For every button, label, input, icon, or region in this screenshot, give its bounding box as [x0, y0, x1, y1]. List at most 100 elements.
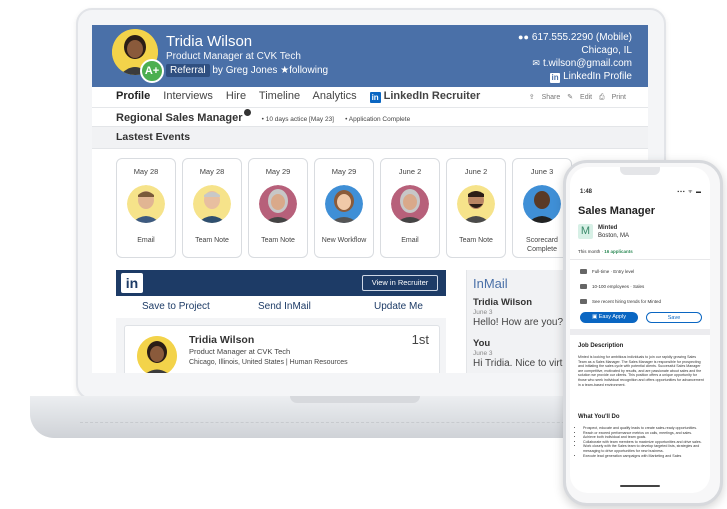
share-button[interactable]: ⇪ Share	[529, 94, 561, 101]
tab-hire[interactable]: Hire	[226, 90, 246, 102]
month-text: This month ·	[578, 249, 605, 254]
rating-badge: A+	[140, 59, 164, 83]
message-date: June 3	[473, 350, 493, 357]
event-card[interactable]: May 29 Team Note	[248, 158, 308, 258]
person-icon	[137, 336, 177, 373]
list-item: Prospect, educate and qualify leads to c…	[583, 426, 709, 431]
event-date: June 3	[530, 167, 554, 176]
location: Chicago, IL	[581, 44, 632, 56]
avatar	[127, 185, 165, 223]
job-fact: Full-time · Entry level	[580, 269, 634, 274]
event-date: May 29	[331, 167, 357, 176]
job-location: Boston, MA	[598, 233, 630, 239]
tab-interviews[interactable]: Interviews	[163, 90, 213, 102]
avatar	[259, 185, 297, 223]
event-label: Team Note	[459, 237, 493, 244]
event-date: May 28	[133, 167, 159, 176]
phone-number[interactable]: 617.555.2290 (Mobile)	[532, 32, 632, 43]
job-meta-status: • Application Complete	[345, 116, 411, 123]
candidate-name: Tridia Wilson	[166, 33, 253, 50]
event-label: New Workflow	[321, 237, 367, 244]
linkedin-icon: in	[550, 72, 561, 83]
linkedin-card-title: Product Manager at CVK Tech	[189, 347, 291, 356]
building-icon	[580, 284, 587, 289]
avatar	[391, 185, 429, 223]
signal-battery-icon: ▪▪▪ ᯤ ▬	[677, 189, 702, 195]
message-date: June 3	[473, 309, 493, 316]
applicants-text: 16 applicants	[604, 249, 633, 254]
apply-label: Easy Apply	[598, 314, 626, 320]
email-link[interactable]: t.wilson@gmail.com	[543, 58, 632, 69]
share-label: Share	[541, 94, 561, 101]
inmail-message[interactable]: Tridia Wilson June 3 Hello! How are you?	[473, 297, 563, 328]
what-youll-do-heading: What You'll Do	[578, 414, 620, 420]
linkedin-profile-link[interactable]: LinkedIn Profile	[563, 71, 632, 82]
job-meta-status-text: Application Complete	[348, 116, 411, 123]
follow-toggle[interactable]: ★following	[280, 65, 328, 76]
linkedin-icon: in	[369, 92, 381, 103]
event-label: Team Note	[261, 237, 295, 244]
linkedin-profile-card[interactable]: Tridia Wilson Product Manager at CVK Tec…	[124, 325, 440, 373]
info-icon[interactable]	[243, 109, 251, 116]
referral-line: Referral by Greg Jones ★following	[166, 64, 328, 77]
person-icon	[523, 185, 561, 223]
avatar	[325, 185, 363, 223]
tab-label: LinkedIn Recruiter	[383, 90, 481, 102]
linkedin-actions: Save to Project Send InMail Update Me	[116, 296, 446, 319]
divider	[570, 259, 710, 260]
company-logo: M	[578, 224, 593, 239]
chat-icon: ●●	[518, 32, 529, 42]
save-button[interactable]: Save	[646, 312, 702, 323]
person-icon	[193, 185, 231, 223]
connection-degree: 1st	[411, 332, 429, 347]
fact-text: See recent hiring trends for Minted	[592, 299, 662, 304]
referral-by[interactable]: by Greg Jones	[212, 65, 277, 76]
event-date: June 2	[398, 167, 422, 176]
event-date: June 2	[464, 167, 488, 176]
referral-tag[interactable]: Referral	[166, 64, 210, 77]
event-card[interactable]: May 28 Email	[116, 158, 176, 258]
inmail-title: InMail	[473, 276, 508, 291]
lightbulb-icon	[580, 299, 587, 304]
print-button[interactable]: ⎙ Print	[599, 94, 626, 101]
save-to-project-button[interactable]: Save to Project	[142, 301, 210, 312]
laptop-hinge	[290, 396, 420, 403]
linkedin-card-area: Tridia Wilson Product Manager at CVK Tec…	[116, 318, 446, 373]
tab-analytics[interactable]: Analytics	[313, 90, 357, 102]
avatar	[193, 185, 231, 223]
event-card[interactable]: June 2 Email	[380, 158, 440, 258]
fact-text: 10-100 employees · Sales	[592, 284, 645, 289]
phone-screen: 1:48 ▪▪▪ ᯤ ▬ Sales Manager M Minted Bost…	[570, 167, 710, 493]
view-in-recruiter-button[interactable]: View in Recruiter	[362, 275, 438, 291]
job-row: Regional Sales Manager • 10 days actice …	[116, 109, 410, 124]
easy-apply-button[interactable]: ▣ Easy Apply	[580, 312, 638, 323]
tab-linkedin-recruiter[interactable]: in LinkedIn Recruiter	[369, 90, 491, 103]
tab-profile[interactable]: Profile	[116, 90, 150, 102]
linkedin-icon: ▣	[592, 314, 599, 320]
avatar	[137, 336, 177, 373]
edit-button[interactable]: ✎ Edit	[567, 94, 592, 101]
person-icon	[259, 185, 297, 223]
candidate-title: Product Manager at CVK Tech	[166, 51, 301, 62]
job-title[interactable]: Regional Sales Manager	[116, 112, 243, 124]
home-indicator	[620, 485, 660, 487]
send-inmail-button[interactable]: Send InMail	[258, 301, 311, 312]
edit-label: Edit	[580, 94, 593, 101]
job-fact[interactable]: See recent hiring trends for Minted	[580, 299, 661, 304]
tab-timeline[interactable]: Timeline	[259, 90, 300, 102]
company-name[interactable]: Minted	[598, 225, 617, 231]
event-card[interactable]: May 29 New Workflow	[314, 158, 374, 258]
event-date: May 29	[265, 167, 291, 176]
event-label: Team Note	[195, 237, 229, 244]
avatar	[457, 185, 495, 223]
event-card[interactable]: May 28 Team Note	[182, 158, 242, 258]
inmail-message[interactable]: You June 3 Hi Tridia. Nice to virtu	[473, 338, 568, 369]
person-icon	[325, 185, 363, 223]
update-me-button[interactable]: Update Me	[374, 301, 423, 312]
event-card[interactable]: June 2 Team Note	[446, 158, 506, 258]
job-meta-days-text: 10 days actice [May 23]	[265, 116, 334, 123]
job-fact: 10-100 employees · Sales	[580, 284, 644, 289]
job-description-heading: Job Description	[578, 343, 624, 349]
message-sender: Tridia Wilson	[473, 297, 533, 308]
linkedin-card-name[interactable]: Tridia Wilson	[189, 334, 254, 346]
